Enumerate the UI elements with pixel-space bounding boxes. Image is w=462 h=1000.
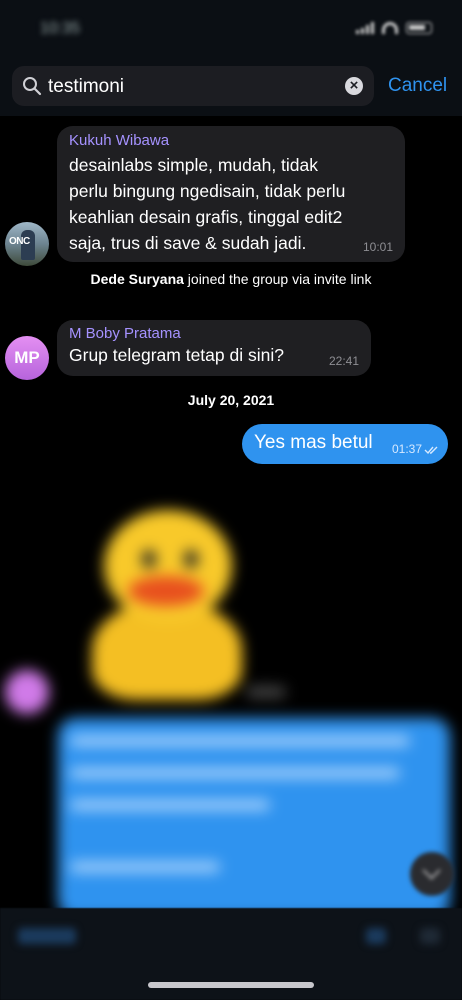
avatar[interactable]: ONC bbox=[5, 222, 49, 266]
results-count bbox=[18, 928, 76, 944]
avatar-photo-text: ONC bbox=[9, 236, 30, 247]
date-separator: July 20, 2021 bbox=[187, 392, 275, 408]
home-indicator bbox=[148, 982, 314, 988]
duck-sticker[interactable] bbox=[92, 510, 242, 700]
message-time: 01:37 bbox=[391, 442, 422, 456]
message-line: keahlian desain grafis, tinggal edit2 bbox=[69, 207, 343, 227]
message-time: 22:41 bbox=[328, 354, 359, 368]
sender-name[interactable]: Kukuh Wibawa bbox=[69, 132, 393, 149]
message-text: Grup telegram tetap di sini? bbox=[69, 345, 284, 365]
status-time: 10:35 bbox=[40, 20, 81, 37]
message-text: Yes mas betul bbox=[254, 432, 373, 453]
service-user-name[interactable]: Dede Suryana bbox=[91, 271, 184, 287]
message-time bbox=[246, 686, 286, 698]
search-input[interactable]: testimoni × bbox=[12, 66, 374, 106]
blurred-content bbox=[0, 490, 462, 918]
sender-name[interactable]: M Boby Pratama bbox=[69, 325, 359, 342]
search-icon bbox=[23, 77, 42, 96]
message-time: 10:01 bbox=[362, 240, 393, 254]
message-bubble[interactable]: M Boby Pratama Grup telegram tetap di si… bbox=[57, 320, 371, 376]
status-icons bbox=[356, 22, 432, 34]
message-line: desainlabs simple, mudah, tidak bbox=[69, 155, 319, 175]
search-down-button[interactable] bbox=[420, 928, 440, 944]
avatar[interactable] bbox=[5, 670, 49, 714]
message-bubble-outgoing[interactable]: Yes mas betul 01:37 bbox=[242, 424, 448, 464]
search-bar: testimoni × Cancel bbox=[0, 60, 462, 116]
message-bubble[interactable]: Kukuh Wibawa desainlabs simple, mudah, t… bbox=[57, 126, 405, 262]
message-line: saja, trus di save & sudah jadi. bbox=[69, 233, 307, 253]
avatar[interactable]: MP bbox=[5, 336, 49, 380]
read-receipt-icon bbox=[424, 446, 438, 455]
message-text: desainlabs simple, mudah, tidak perlu bi… bbox=[69, 152, 393, 256]
signal-icon bbox=[356, 22, 374, 34]
clear-icon[interactable]: × bbox=[345, 77, 363, 95]
service-text: joined the group via invite link bbox=[187, 271, 372, 287]
message-bubble-outgoing[interactable] bbox=[58, 718, 450, 918]
wifi-icon bbox=[382, 22, 398, 34]
scroll-down-icon[interactable] bbox=[410, 852, 454, 896]
battery-icon bbox=[406, 22, 432, 34]
search-up-button[interactable] bbox=[366, 928, 386, 944]
cancel-button[interactable]: Cancel bbox=[388, 75, 447, 97]
status-bar: 10:35 bbox=[0, 0, 462, 60]
search-query: testimoni bbox=[48, 76, 125, 97]
service-message: Dede Suryana joined the group via invite… bbox=[60, 270, 402, 289]
message-line: perlu bingung ngedisain, tidak perlu bbox=[69, 181, 346, 201]
